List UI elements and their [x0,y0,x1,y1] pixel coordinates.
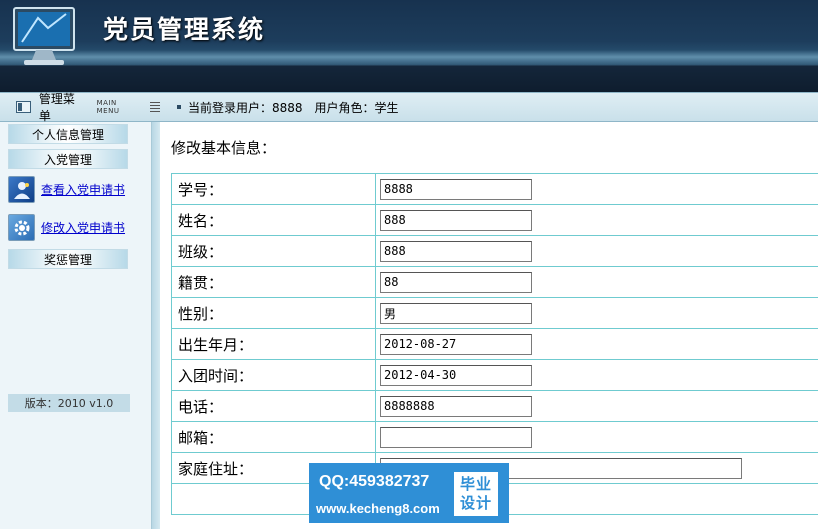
user-info-text: 当前登录用户：8888 用户角色：学生 [188,100,399,115]
field-label: 邮箱： [171,421,376,453]
top-bar: 管理菜单 MAIN MENU 当前登录用户：8888 用户角色：学生 [0,92,818,123]
field-label: 入团时间： [171,359,376,391]
menu-subtitle: MAIN MENU [96,99,120,115]
app-header: 党员管理系统 [0,0,818,92]
form-row-name: 姓名： [171,204,818,236]
sidebar-section-party-join[interactable]: 入党管理 [8,149,128,169]
sidebar-item-view-application[interactable]: 查看入党申请书 [8,176,125,203]
sidebar: 个人信息管理 入党管理 查看入党申请书 修改入党申请书 奖惩管理 版本：2010… [0,122,152,529]
watermark-badge: 毕业 设计 [454,472,498,516]
view-application-link[interactable]: 查看入党申请书 [41,181,125,198]
edit-application-link[interactable]: 修改入党申请书 [41,219,125,236]
monitor-logo-icon [13,7,75,65]
form-row-email: 邮箱： [171,421,818,453]
field-label: 电话： [171,390,376,422]
app-title: 党员管理系统 [103,15,266,44]
menu-header: 管理菜单 MAIN MENU [0,92,160,123]
form-row-class: 班级： [171,235,818,267]
field-label: 学号： [171,173,376,205]
gear-icon [8,214,35,241]
field-label: 姓名： [171,204,376,236]
form-row-phone: 电话： [171,390,818,422]
field-label: 性别： [171,297,376,329]
league-join-date-input[interactable] [380,364,532,386]
watermark-banner: QQ:459382737 www.kecheng8.com 毕业 设计 [309,463,509,523]
bullet-icon [177,105,181,109]
birth-date-input[interactable] [380,333,532,355]
form-row-student-id: 学号： [171,173,818,205]
user-info: 当前登录用户：8888 用户角色：学生 [177,93,399,121]
phone-input[interactable] [380,395,532,417]
name-input[interactable] [380,209,532,231]
menu-title: 管理菜单 [38,92,75,123]
sidebar-item-edit-application[interactable]: 修改入党申请书 [8,214,125,241]
watermark-badge-line1: 毕业 [459,475,492,493]
menu-lines-icon [150,102,160,112]
form-title: 修改基本信息： [171,139,277,157]
watermark-url: www.kecheng8.com [316,501,440,516]
class-input[interactable] [380,240,532,262]
form-row-hometown: 籍贯： [171,266,818,298]
sidebar-divider [152,122,160,529]
form-row-league-join-date: 入团时间： [171,359,818,391]
header-light-streak [0,50,818,64]
sidebar-section-personal-info[interactable]: 个人信息管理 [8,124,128,144]
field-label: 班级： [171,235,376,267]
hometown-input[interactable] [380,271,532,293]
form-row-gender: 性别： [171,297,818,329]
form-row-birth-date: 出生年月： [171,328,818,360]
person-icon [8,176,35,203]
email-input[interactable] [380,426,532,448]
field-label: 出生年月： [171,328,376,360]
watermark-badge-line2: 设计 [459,494,492,512]
field-label: 籍贯： [171,266,376,298]
gender-input[interactable] [380,302,532,324]
sidebar-section-rewards[interactable]: 奖惩管理 [8,249,128,269]
version-label: 版本：2010 v1.0 [8,394,130,412]
student-id-input[interactable] [380,178,532,200]
watermark-qq: QQ:459382737 [319,473,430,490]
menu-panel-icon [16,101,31,113]
